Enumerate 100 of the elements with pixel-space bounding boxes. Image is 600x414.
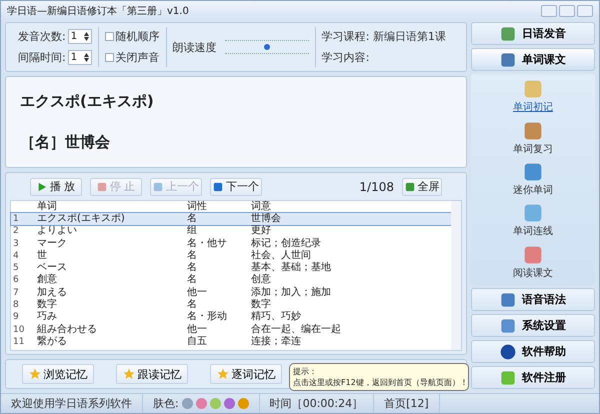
table-cell-text: 基本、基础；基地	[250, 262, 332, 274]
table-cell-text: 他一	[186, 324, 208, 336]
column-header: 词意	[250, 200, 272, 213]
table-cell-text: 名	[186, 274, 198, 286]
slider-thumb[interactable]	[264, 44, 270, 50]
skin-color-dot[interactable]	[196, 398, 207, 409]
display-meaning: ［名］世博会	[20, 133, 111, 152]
word-counter: 1/108	[359, 180, 394, 194]
table-cell-text: 名	[186, 299, 198, 311]
row-number: 4	[12, 250, 20, 262]
sub-nav-link[interactable]: 单词连线	[513, 203, 553, 238]
table-row[interactable]: 2 よりよい 组 更好	[11, 225, 451, 238]
skin-color-dot[interactable]	[210, 398, 221, 409]
close-button[interactable]	[577, 4, 593, 16]
sub-nav-link[interactable]: 单词初记	[513, 79, 553, 114]
window-title: 学日语—新编日语修订本「第三册」v1.0	[7, 4, 189, 18]
table-cell-text: 組み合わせる	[36, 324, 98, 336]
sub-nav-link[interactable]: 迷你单词	[513, 162, 553, 197]
column-header: 单词	[36, 200, 58, 213]
field-label: 间隔时间:	[18, 50, 66, 65]
table-cell-text: 名	[186, 212, 198, 225]
memory-button[interactable]: 跟读记忆	[116, 364, 188, 384]
table-cell-text: マーク	[36, 238, 68, 250]
row-number: 5	[12, 262, 20, 274]
table-cell-text: 标记；创造纪录	[250, 238, 322, 250]
row-number: 9	[12, 311, 20, 324]
table-cell-text: 合在一起、编在一起	[250, 324, 342, 336]
spin-arrows-icon[interactable]	[84, 32, 89, 41]
nav-button[interactable]: 语音语法	[471, 288, 595, 311]
table-cell-text: エクスポ(エキスポ)	[36, 212, 126, 225]
number-spinner[interactable]: 1	[68, 50, 92, 65]
field-label: 发音次数:	[18, 29, 66, 44]
table-row[interactable]: 1 エクスポ(エキスポ) 名 世博会	[11, 212, 451, 226]
table-cell-text: 創意	[36, 274, 58, 286]
row-number: 7	[12, 286, 20, 299]
number-spinner[interactable]: 1	[68, 29, 92, 44]
star-icon	[122, 368, 134, 380]
next-button[interactable]: 下一个	[210, 178, 262, 196]
table-row[interactable]: 6 創意 名 创意	[11, 274, 451, 287]
table-cell-text: よりよい	[36, 225, 78, 238]
table-cell-text: 世博会	[250, 212, 282, 225]
table-row[interactable]: 5 ベース 名 基本、基础；基地	[11, 262, 451, 274]
nav-button[interactable]: 系统设置	[471, 314, 595, 337]
row-number: 11	[12, 336, 26, 348]
column-header: 词性	[186, 200, 208, 213]
minimize-button[interactable]	[541, 4, 557, 16]
row-number: 2	[12, 225, 20, 238]
fullscreen-button[interactable]: 全屏	[402, 178, 442, 196]
skin-color-dot[interactable]	[224, 398, 235, 409]
speed-label: 朗读速度	[172, 40, 217, 54]
table-cell-text: 更好	[250, 225, 272, 238]
table-cell-text: 巧み	[36, 311, 58, 324]
page-text[interactable]: 首页[12]	[384, 396, 429, 411]
nav-button[interactable]: 软件帮助	[471, 340, 595, 363]
skin-color-dot[interactable]	[182, 398, 193, 409]
nav-button[interactable]: 软件注册	[471, 366, 595, 389]
checkbox[interactable]: 随机顺序	[104, 29, 160, 44]
table-row[interactable]: 7 加える 他一 添加；加入；施加	[11, 286, 451, 299]
row-number: 10	[12, 324, 26, 336]
table-cell-text: 添加；加入；施加	[250, 286, 332, 298]
speed-slider[interactable]	[224, 40, 309, 54]
star-icon	[216, 368, 228, 380]
table-cell-text: 世	[36, 250, 48, 262]
display-word: エクスポ(エキスポ)	[20, 92, 155, 111]
nav-button[interactable]: 日语发音	[471, 22, 595, 45]
table-cell-text: 创意	[250, 274, 272, 286]
table-cell-text: 社会、人世间	[250, 250, 312, 262]
maximize-button[interactable]	[559, 4, 575, 16]
memory-button[interactable]: 浏览记忆	[22, 364, 94, 384]
skin-color-dot[interactable]	[238, 398, 249, 409]
table-row[interactable]: 9 巧み 名・形动 精巧、巧妙	[11, 311, 451, 324]
play-icon	[36, 182, 47, 192]
row-number: 8	[12, 299, 20, 312]
row-number: 6	[12, 274, 20, 286]
time-text: 时间［00:00:24］	[270, 396, 364, 411]
table-cell-text: 数字	[250, 299, 272, 310]
spin-arrows-icon[interactable]	[84, 53, 89, 62]
table-cell-text: 他一	[186, 286, 208, 299]
checkbox[interactable]: 关闭声音	[104, 50, 160, 65]
table-cell-text: 加える	[36, 286, 68, 298]
nav-button[interactable]: 单词课文	[471, 48, 595, 71]
table-row[interactable]: 3 マーク 名・他サ 标记；创造纪录	[11, 237, 451, 250]
sub-nav-link[interactable]: 阅读课文	[513, 244, 553, 280]
scrollbar[interactable]	[451, 200, 461, 350]
table-cell-text: 名	[186, 262, 198, 274]
sub-nav-link[interactable]: 单词复习	[513, 120, 553, 156]
table-cell-text: 繋がる	[36, 336, 68, 348]
table-row[interactable]: 8 数字 名 数字	[11, 298, 451, 312]
memory-button[interactable]: 逐词记忆	[210, 364, 282, 384]
table-row[interactable]: 4 世 名 社会、人世间	[11, 250, 451, 262]
star-icon	[28, 368, 40, 380]
table-row[interactable]: 10 組み合わせる 他一 合在一起、编在一起	[11, 323, 451, 336]
play-button[interactable]: 播 放	[30, 178, 82, 196]
row-number: 1	[12, 212, 20, 225]
course-text: 学习课程: 新编日语第1课	[322, 29, 446, 44]
table-row[interactable]: 11 繋がる 自五 连接；牵连	[11, 336, 451, 348]
tooltip-title: 提示：	[293, 366, 317, 377]
table-cell-text: 名・他サ	[186, 238, 228, 250]
table-cell-text: 精巧、巧妙	[250, 311, 302, 324]
table-cell-text: ベース	[36, 262, 68, 274]
